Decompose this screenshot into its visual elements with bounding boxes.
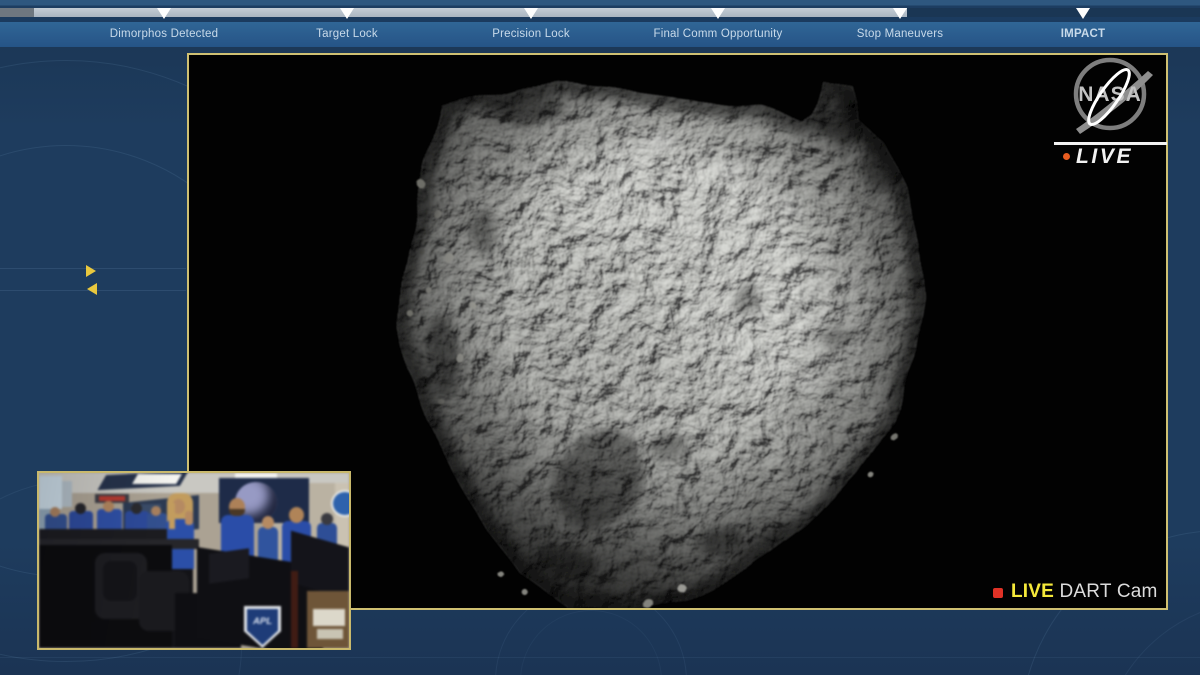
svg-text:NASA: NASA [1078, 83, 1142, 106]
